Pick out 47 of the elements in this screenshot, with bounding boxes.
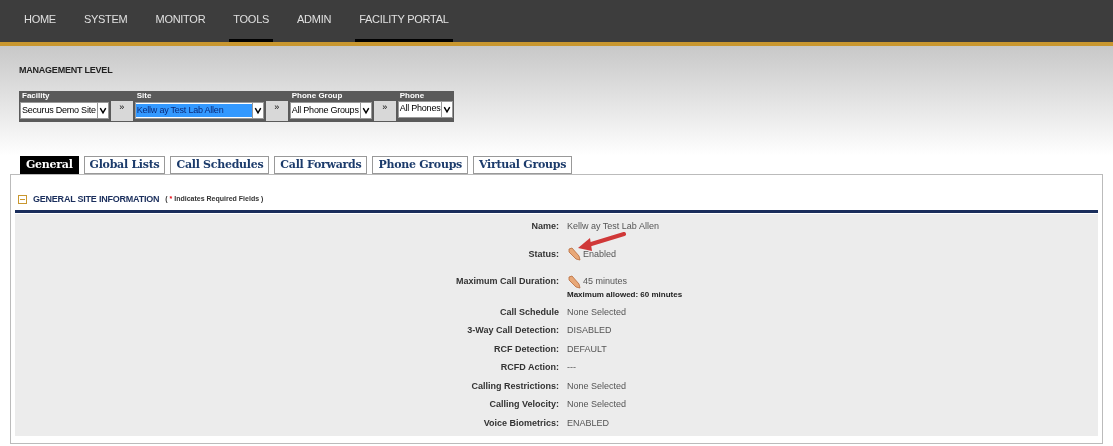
nav-link[interactable]: FACILITY PORTAL xyxy=(355,0,453,42)
field-value: None Selected xyxy=(567,398,627,411)
nav-link[interactable]: HOME xyxy=(20,0,60,42)
field-value: Kellw ay Test Lab Allen xyxy=(567,220,659,233)
dropdown-caret-icon xyxy=(96,103,108,118)
dropdown-field[interactable]: All Phone Groups xyxy=(289,102,372,119)
field-label: Status: xyxy=(527,247,560,261)
collapse-toggle[interactable] xyxy=(18,194,27,204)
selector-label: Facility xyxy=(21,90,51,101)
dropdown-caret-icon xyxy=(251,103,263,118)
field-label: Maximum Call Duration: xyxy=(455,275,560,288)
nav-link[interactable]: MONITOR xyxy=(151,0,210,42)
field-value: ENABLED xyxy=(567,416,610,430)
dropdown-field[interactable]: All Phones xyxy=(397,100,454,118)
selector-label: Phone Group xyxy=(290,90,344,101)
nav-link[interactable]: TOOLS xyxy=(229,0,274,42)
nav-link[interactable]: ADMIN xyxy=(293,0,336,42)
dropdown-field[interactable]: Kellw ay Test Lab Allen xyxy=(134,102,264,119)
field-note: Maximum allowed: 60 minutes xyxy=(567,288,683,301)
field-value: None Selected xyxy=(567,305,627,319)
field-label: Calling Restrictions: xyxy=(470,379,560,393)
field-label: Call Schedule xyxy=(498,305,560,319)
section-title: GENERAL SITE INFORMATION xyxy=(33,192,160,206)
field-value: DEFAULT xyxy=(567,342,607,356)
selector-label: Phone xyxy=(398,90,426,101)
selector-label: Site xyxy=(135,90,153,101)
dropdown-caret-icon xyxy=(441,101,453,117)
field-value: Enabled xyxy=(583,247,617,261)
nav-link[interactable]: SYSTEM xyxy=(79,0,132,42)
field-label: Voice Biometrics: xyxy=(482,416,560,430)
field-label: Name: xyxy=(530,220,560,233)
pencil-icon[interactable] xyxy=(567,274,581,289)
dropdown-field[interactable]: Securus Demo Site xyxy=(20,102,109,119)
next-level-button[interactable]: » xyxy=(265,100,288,121)
pencil-icon[interactable] xyxy=(567,247,581,261)
field-value: 45 minutes xyxy=(583,275,628,288)
next-level-button[interactable]: » xyxy=(110,100,133,121)
field-label: RCFD Action: xyxy=(499,361,560,374)
management-level-title: MANAGEMENT LEVEL xyxy=(19,64,114,77)
field-label: RCF Detection: xyxy=(493,342,560,356)
dropdown-caret-icon xyxy=(359,103,371,118)
field-value: None Selected xyxy=(567,379,627,393)
field-label: Calling Velocity: xyxy=(488,398,560,411)
next-level-button[interactable]: » xyxy=(373,100,396,121)
field-value: --- xyxy=(567,361,576,374)
field-value: DISABLED xyxy=(567,324,612,337)
field-label: 3-Way Call Detection: xyxy=(466,324,560,337)
